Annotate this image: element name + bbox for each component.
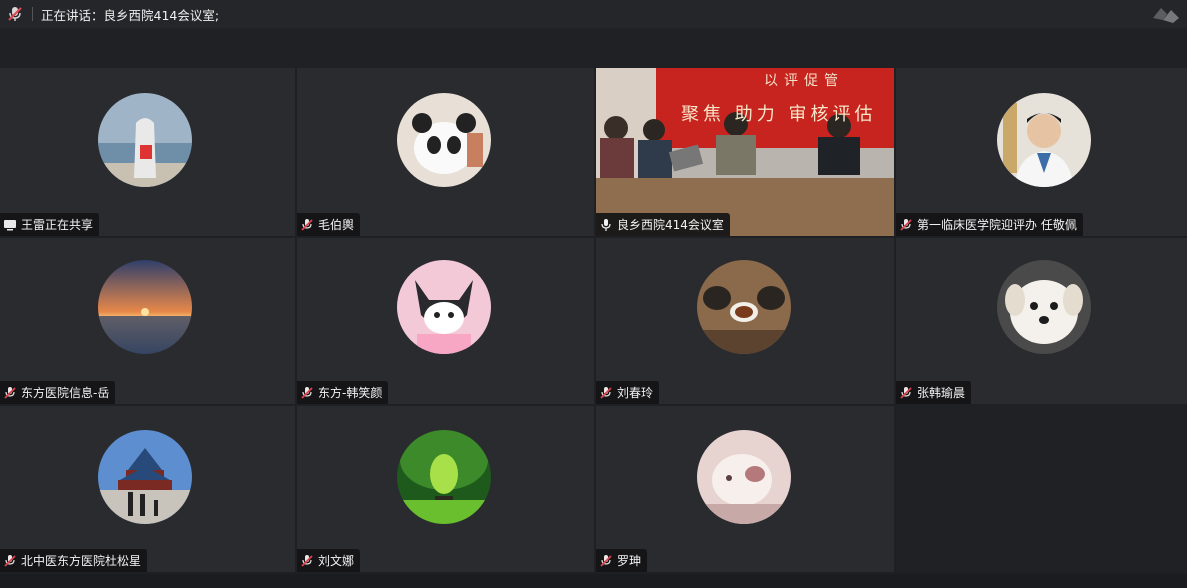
- avatar: [397, 430, 491, 524]
- participant-nametag: 北中医东方医院杜松星: [0, 549, 148, 572]
- divider: [32, 7, 33, 21]
- participant-nametag: 刘春玲: [596, 381, 660, 404]
- avatar: [997, 260, 1091, 354]
- mic-muted-icon: [600, 386, 612, 399]
- participant-name: 王雷正在共享: [21, 218, 94, 232]
- participant-nametag: 第一临床医学院迎评办 任敬佩: [896, 213, 1083, 236]
- participant-name: 毛伯輿: [318, 218, 355, 232]
- avatar: [98, 93, 192, 187]
- participant-tile[interactable]: 罗珅: [596, 406, 894, 572]
- mic-muted-icon: [301, 554, 313, 567]
- avatar: [98, 260, 192, 354]
- participant-tile[interactable]: 张韩瑜晨: [896, 238, 1187, 404]
- avatar: [397, 260, 491, 354]
- participant-tile[interactable]: 东方-韩笑颜: [297, 238, 594, 404]
- participant-nametag: 良乡西院414会议室: [596, 213, 730, 236]
- mic-muted-icon: [900, 386, 912, 399]
- avatar: [98, 430, 192, 524]
- participant-name: 刘文娜: [318, 554, 355, 568]
- mic-muted-icon: [301, 386, 313, 399]
- participant-tile-active-speaker[interactable]: 以评促管 聚焦 助力 审核评估 良乡西院414会议室: [596, 68, 894, 236]
- video-top-text: 以评促管: [764, 73, 844, 89]
- participant-nametag: 毛伯輿: [297, 213, 361, 236]
- screen-share-icon: [4, 219, 16, 230]
- empty-grid-area: [896, 406, 1187, 572]
- top-bar: 正在讲话： 良乡西院414会议室;: [0, 0, 1187, 28]
- participant-name: 北中医东方医院杜松星: [21, 554, 142, 568]
- video-banner-text: 聚焦 助力 审核评估: [681, 104, 877, 125]
- toolbar-strip: [0, 28, 1187, 68]
- participant-tile[interactable]: 刘春玲: [596, 238, 894, 404]
- participant-name: 良乡西院414会议室: [617, 218, 724, 232]
- mic-muted-icon[interactable]: [6, 5, 24, 23]
- participant-name: 刘春玲: [617, 386, 654, 400]
- mic-active-icon: [601, 218, 611, 231]
- mic-muted-icon: [600, 554, 612, 567]
- mic-muted-icon: [4, 386, 16, 399]
- mic-muted-icon: [301, 218, 313, 231]
- participant-name: 罗珅: [617, 554, 642, 568]
- participant-name: 张韩瑜晨: [917, 386, 966, 400]
- participant-nametag: 东方医院信息-岳: [0, 381, 116, 404]
- avatar: [697, 430, 791, 524]
- participant-nametag: 刘文娜: [297, 549, 361, 572]
- participant-tile[interactable]: 王雷正在共享: [0, 68, 295, 236]
- participant-nametag: 张韩瑜晨: [896, 381, 972, 404]
- mic-muted-icon: [900, 218, 912, 231]
- bottom-strip: [0, 574, 1187, 588]
- participant-nametag: 东方-韩笑颜: [297, 381, 389, 404]
- speaking-label: 正在讲话：: [41, 7, 104, 23]
- participant-tile[interactable]: 北中医东方医院杜松星: [0, 406, 295, 572]
- app-logo-icon: [1153, 8, 1179, 23]
- participant-tile[interactable]: 东方医院信息-岳: [0, 238, 295, 404]
- participant-name: 东方-韩笑颜: [318, 386, 383, 400]
- mic-muted-icon: [4, 554, 16, 567]
- participant-tile[interactable]: 毛伯輿: [297, 68, 594, 236]
- participant-tile[interactable]: 刘文娜: [297, 406, 594, 572]
- participant-name: 东方医院信息-岳: [21, 386, 110, 400]
- speaking-name: 良乡西院414会议室;: [103, 7, 220, 23]
- avatar: [697, 260, 791, 354]
- avatar: [397, 93, 491, 187]
- participant-tile[interactable]: 第一临床医学院迎评办 任敬佩: [896, 68, 1187, 236]
- participant-nametag: 罗珅: [596, 549, 648, 572]
- participant-nametag: 王雷正在共享: [0, 213, 100, 236]
- avatar: [997, 93, 1091, 187]
- video-feed: [596, 68, 894, 236]
- participant-name: 第一临床医学院迎评办 任敬佩: [917, 218, 1077, 232]
